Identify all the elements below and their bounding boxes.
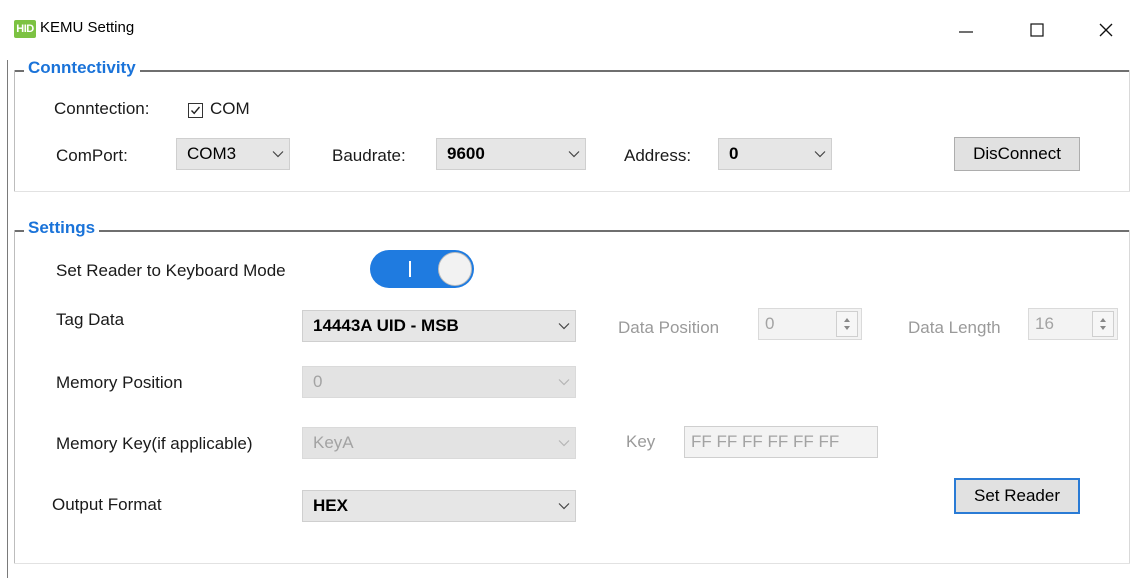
- data-position-label: Data Position: [618, 318, 720, 337]
- tag-data-value: 14443A UID - MSB: [313, 316, 459, 335]
- comport-label: ComPort:: [56, 146, 128, 165]
- memory-key-label: Memory Key(if applicable): [56, 434, 253, 453]
- connectivity-legend: Conntectivity: [24, 58, 140, 78]
- output-format-select[interactable]: HEX: [302, 490, 576, 522]
- chevron-down-icon: [553, 322, 575, 330]
- close-button[interactable]: [1083, 14, 1129, 46]
- comport-value: COM3: [187, 144, 237, 163]
- baudrate-select[interactable]: 9600: [436, 138, 586, 170]
- spinner-arrows-icon[interactable]: [836, 311, 858, 337]
- maximize-icon: [1030, 23, 1044, 37]
- keyboard-mode-label: Set Reader to Keyboard Mode: [56, 261, 286, 280]
- key-input[interactable]: FF FF FF FF FF FF: [684, 426, 878, 458]
- settings-bottom-border: [14, 563, 1130, 564]
- chevron-down-icon: [809, 150, 831, 158]
- baudrate-value: 9600: [447, 144, 485, 163]
- key-label: Key: [626, 432, 656, 451]
- settings-top-border: [14, 230, 1130, 232]
- maximize-button[interactable]: [1014, 14, 1060, 46]
- minimize-button[interactable]: [943, 14, 989, 46]
- check-icon: [190, 106, 201, 115]
- toggle-knob: [438, 252, 472, 286]
- chevron-down-icon: [553, 439, 575, 447]
- spinner-arrows-icon[interactable]: [1092, 311, 1114, 337]
- settings-left-border: [14, 230, 15, 564]
- output-format-value: HEX: [313, 496, 348, 515]
- set-reader-button[interactable]: Set Reader: [954, 478, 1080, 514]
- comport-select[interactable]: COM3: [176, 138, 290, 170]
- data-length-spinner[interactable]: 16: [1028, 308, 1118, 340]
- title-bar: HID KEMU Setting: [0, 0, 1137, 58]
- window-left-edge: [7, 60, 8, 578]
- minimize-icon: [959, 31, 973, 33]
- data-position-spinner[interactable]: 0: [758, 308, 862, 340]
- memory-key-select[interactable]: KeyA: [302, 427, 576, 459]
- com-checkbox[interactable]: [188, 103, 203, 118]
- connectivity-left-border: [14, 70, 15, 192]
- memory-position-value: 0: [313, 372, 323, 391]
- output-format-label: Output Format: [52, 495, 162, 514]
- connection-label: Conntection:: [54, 99, 150, 118]
- data-length-label: Data Length: [908, 318, 1001, 337]
- address-value: 0: [729, 144, 739, 163]
- settings-legend: Settings: [24, 218, 100, 238]
- memory-key-value: KeyA: [313, 433, 354, 452]
- connectivity-group: Conntectivity: [14, 58, 1130, 192]
- memory-position-select[interactable]: 0: [302, 366, 576, 398]
- chevron-down-icon: [553, 502, 575, 510]
- baudrate-label: Baudrate:: [332, 146, 406, 165]
- app-icon: HID: [14, 20, 36, 38]
- toggle-on-glyph: [409, 261, 411, 277]
- chevron-down-icon: [563, 150, 585, 158]
- window-title: KEMU Setting: [40, 19, 135, 36]
- connectivity-right-border: [1129, 70, 1130, 192]
- connectivity-top-border: [14, 70, 1130, 72]
- close-icon: [1099, 23, 1113, 37]
- data-length-value: 16: [1035, 314, 1054, 333]
- data-position-value: 0: [765, 314, 775, 333]
- chevron-down-icon: [267, 150, 289, 158]
- address-label: Address:: [624, 146, 692, 165]
- connectivity-bottom-border: [14, 191, 1130, 192]
- settings-right-border: [1129, 230, 1130, 564]
- address-select[interactable]: 0: [718, 138, 832, 170]
- chevron-down-icon: [553, 378, 575, 386]
- disconnect-button[interactable]: DisConnect: [954, 137, 1080, 171]
- tag-data-select[interactable]: 14443A UID - MSB: [302, 310, 576, 342]
- tag-data-label: Tag Data: [56, 310, 125, 329]
- keyboard-mode-toggle[interactable]: [370, 250, 474, 288]
- com-checkbox-label[interactable]: COM: [210, 99, 250, 119]
- memory-position-label: Memory Position: [56, 373, 183, 392]
